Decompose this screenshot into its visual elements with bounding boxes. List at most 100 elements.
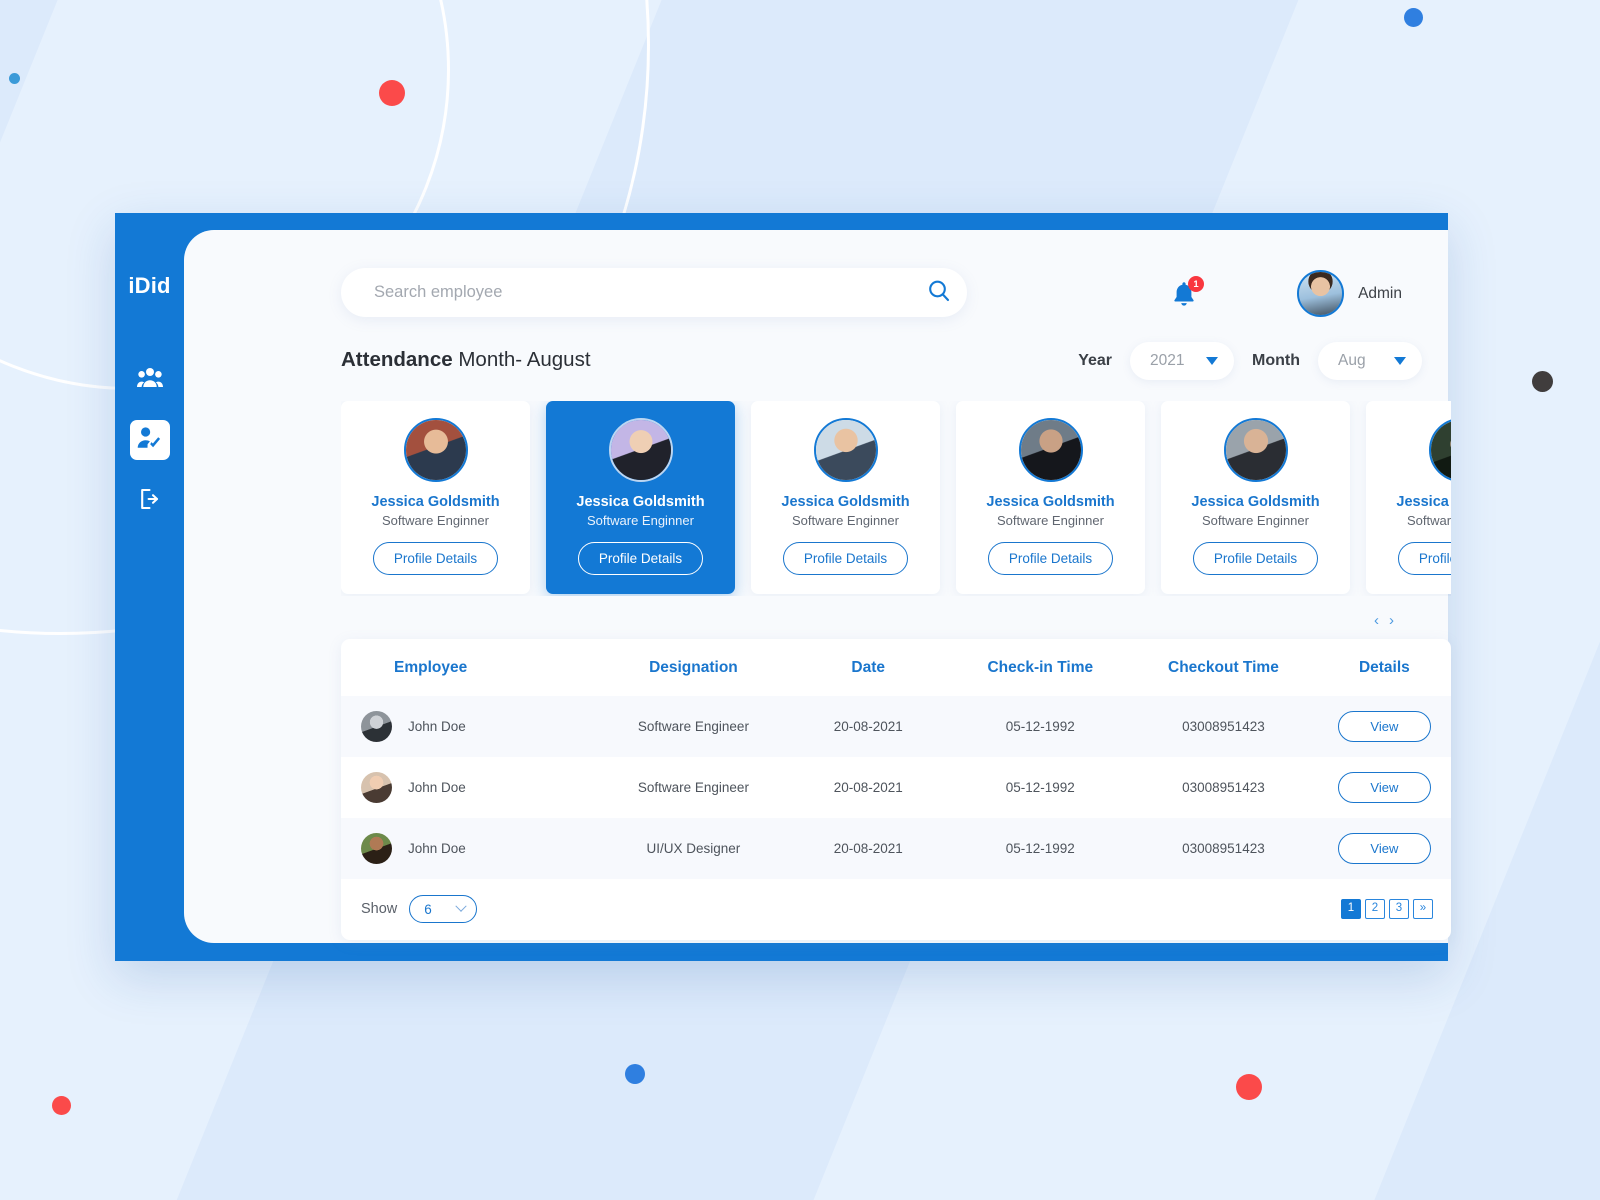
cell-date: 20-08-2021 [833, 719, 903, 734]
background-dot-red-top [379, 80, 405, 106]
month-select[interactable]: Aug [1318, 342, 1422, 380]
page-button-3[interactable]: 3 [1389, 899, 1409, 919]
page-title-rest: Month- August [452, 348, 591, 371]
background-dot-blue-topleft [9, 73, 20, 84]
notification-badge: 1 [1188, 276, 1204, 292]
year-value: 2021 [1150, 352, 1185, 369]
page-button-2[interactable]: 2 [1365, 899, 1385, 919]
pagination: 1 2 3» [1341, 899, 1433, 919]
row-employee-name: John Doe [408, 780, 466, 795]
background-dot-red-bottomleft [52, 1096, 71, 1115]
column-designation: Designation [649, 658, 738, 676]
employee-photo [608, 418, 673, 482]
search-bar[interactable] [341, 268, 967, 317]
cell-checkin-time: 05-12-1992 [1005, 780, 1075, 795]
profile-details-button[interactable]: Profile Details [987, 542, 1114, 575]
employee-photo [1223, 418, 1288, 482]
page-title: Attendance Month- August [341, 348, 591, 372]
attendance-table: Employee Designation Date Check-in Time … [341, 639, 1451, 879]
cell-checkin-time: 05-12-1992 [1005, 719, 1075, 734]
column-details: Details [1358, 658, 1410, 676]
cell-employee: John Doe [341, 696, 602, 757]
sidebar-item-attendance[interactable] [129, 420, 170, 460]
chevron-down-icon [455, 900, 467, 912]
user-menu[interactable]: Admin [1297, 270, 1402, 317]
rows-per-page-select[interactable]: 6 [409, 895, 478, 923]
carousel-next-button[interactable]: › [1387, 611, 1396, 630]
employee-name: Jessica Goldsmith [1191, 494, 1320, 510]
user-name: Admin [1358, 284, 1402, 302]
employee-role: Software Enginner [997, 513, 1104, 528]
employee-card[interactable]: Jessica Goldsmith Software Enginner Profil… [956, 401, 1145, 594]
employee-photo [1428, 418, 1451, 482]
profile-details-button[interactable]: Profile Details [372, 542, 499, 575]
month-label: Month [1252, 352, 1300, 369]
employee-card-carousel: Jessica Goldsmith Software Enginner Profil… [341, 401, 1451, 596]
row-employee-name: John Doe [408, 841, 466, 856]
row-avatar [361, 711, 392, 742]
column-employee: Employee [394, 658, 468, 676]
employee-role: Software Enginner [1407, 513, 1451, 528]
chevron-down-icon [1394, 357, 1406, 365]
section-header: Attendance Month- August Year 2021 Month… [184, 338, 1448, 390]
cell-designation: UI/UX Designer [646, 841, 741, 856]
cell-date: 20-08-2021 [833, 841, 903, 856]
employee-role: Software Enginner [1202, 513, 1309, 528]
sidebar-item-employees[interactable] [130, 359, 170, 399]
employee-card[interactable]: Jessica Goldsmith Software Enginner Profil… [546, 401, 735, 594]
profile-details-button[interactable]: Profile Details [1397, 542, 1451, 575]
topbar: 1 Admin [184, 230, 1448, 326]
notifications-button[interactable]: 1 [1171, 276, 1204, 310]
employee-role: Software Enginner [382, 513, 489, 528]
employee-photo [813, 418, 878, 482]
employee-photo [1018, 418, 1083, 482]
table-footer: Show 6 1 2 3» [341, 878, 1451, 940]
page-button-1[interactable]: 1 [1341, 899, 1361, 919]
sidebar-item-logout[interactable] [130, 481, 170, 521]
chevron-down-icon [1206, 357, 1219, 365]
row-employee-name: John Doe [408, 719, 466, 734]
table-row: John Doe Software Engineer 20-08-2021 05-12… [341, 757, 1451, 818]
rows-per-page-value: 6 [424, 901, 432, 917]
cell-details: View [1318, 696, 1451, 757]
search-input[interactable] [341, 283, 911, 302]
row-avatar [361, 833, 392, 864]
cell-details: View [1318, 757, 1451, 818]
employee-card[interactable]: Jessica Goldsmith Software Enginner Profil… [751, 401, 940, 594]
cell-designation: Software Engineer [637, 780, 749, 795]
year-label: Year [1078, 352, 1113, 369]
attendance-table-card: Employee Designation Date Check-in Time … [341, 639, 1451, 940]
view-button[interactable]: View [1337, 711, 1431, 742]
cell-details: View [1318, 818, 1451, 879]
search-button[interactable] [911, 268, 967, 317]
people-group-icon [136, 366, 163, 393]
cell-designation: Software Engineer [637, 719, 749, 734]
profile-details-button[interactable]: Profile Details [577, 542, 704, 575]
cell-checkout-time: 03008951423 [1182, 841, 1265, 856]
employee-card[interactable]: Jessica Goldsmith Software Enginner Profil… [341, 401, 530, 594]
carousel-nav: ‹ › [1372, 611, 1396, 630]
background-dot-dark-right [1532, 371, 1553, 392]
employee-name: Jessica Goldsmith [371, 494, 500, 510]
sidebar-nav [129, 359, 170, 521]
page-next-button[interactable]: » [1413, 899, 1433, 919]
carousel-prev-button[interactable]: ‹ [1372, 611, 1381, 630]
employee-card[interactable]: Jessica Goldsmith Software Enginner Profil… [1161, 401, 1350, 594]
background-dot-blue-topright [1404, 8, 1423, 27]
row-avatar [361, 772, 392, 803]
rows-per-page-group: Show 6 [361, 895, 478, 923]
logout-icon [138, 487, 162, 516]
column-date: Date [851, 658, 886, 676]
view-button[interactable]: View [1337, 833, 1431, 864]
profile-details-button[interactable]: Profile Details [782, 542, 909, 575]
year-select[interactable]: 2021 [1130, 342, 1235, 380]
employee-card[interactable]: Jessica Goldsmith Software Enginner Profil… [1366, 401, 1451, 594]
view-button[interactable]: View [1337, 772, 1431, 803]
profile-details-button[interactable]: Profile Details [1192, 542, 1319, 575]
table-head: Employee Designation Date Check-in Time … [341, 639, 1451, 696]
cell-date: 20-08-2021 [833, 780, 903, 795]
filter-group: Year 2021 Month Aug [1078, 342, 1422, 380]
background-dot-red-bottom [1236, 1074, 1262, 1100]
month-value: Aug [1338, 352, 1366, 369]
table-body: John Doe Software Engineer 20-08-2021 05-12… [341, 696, 1451, 879]
